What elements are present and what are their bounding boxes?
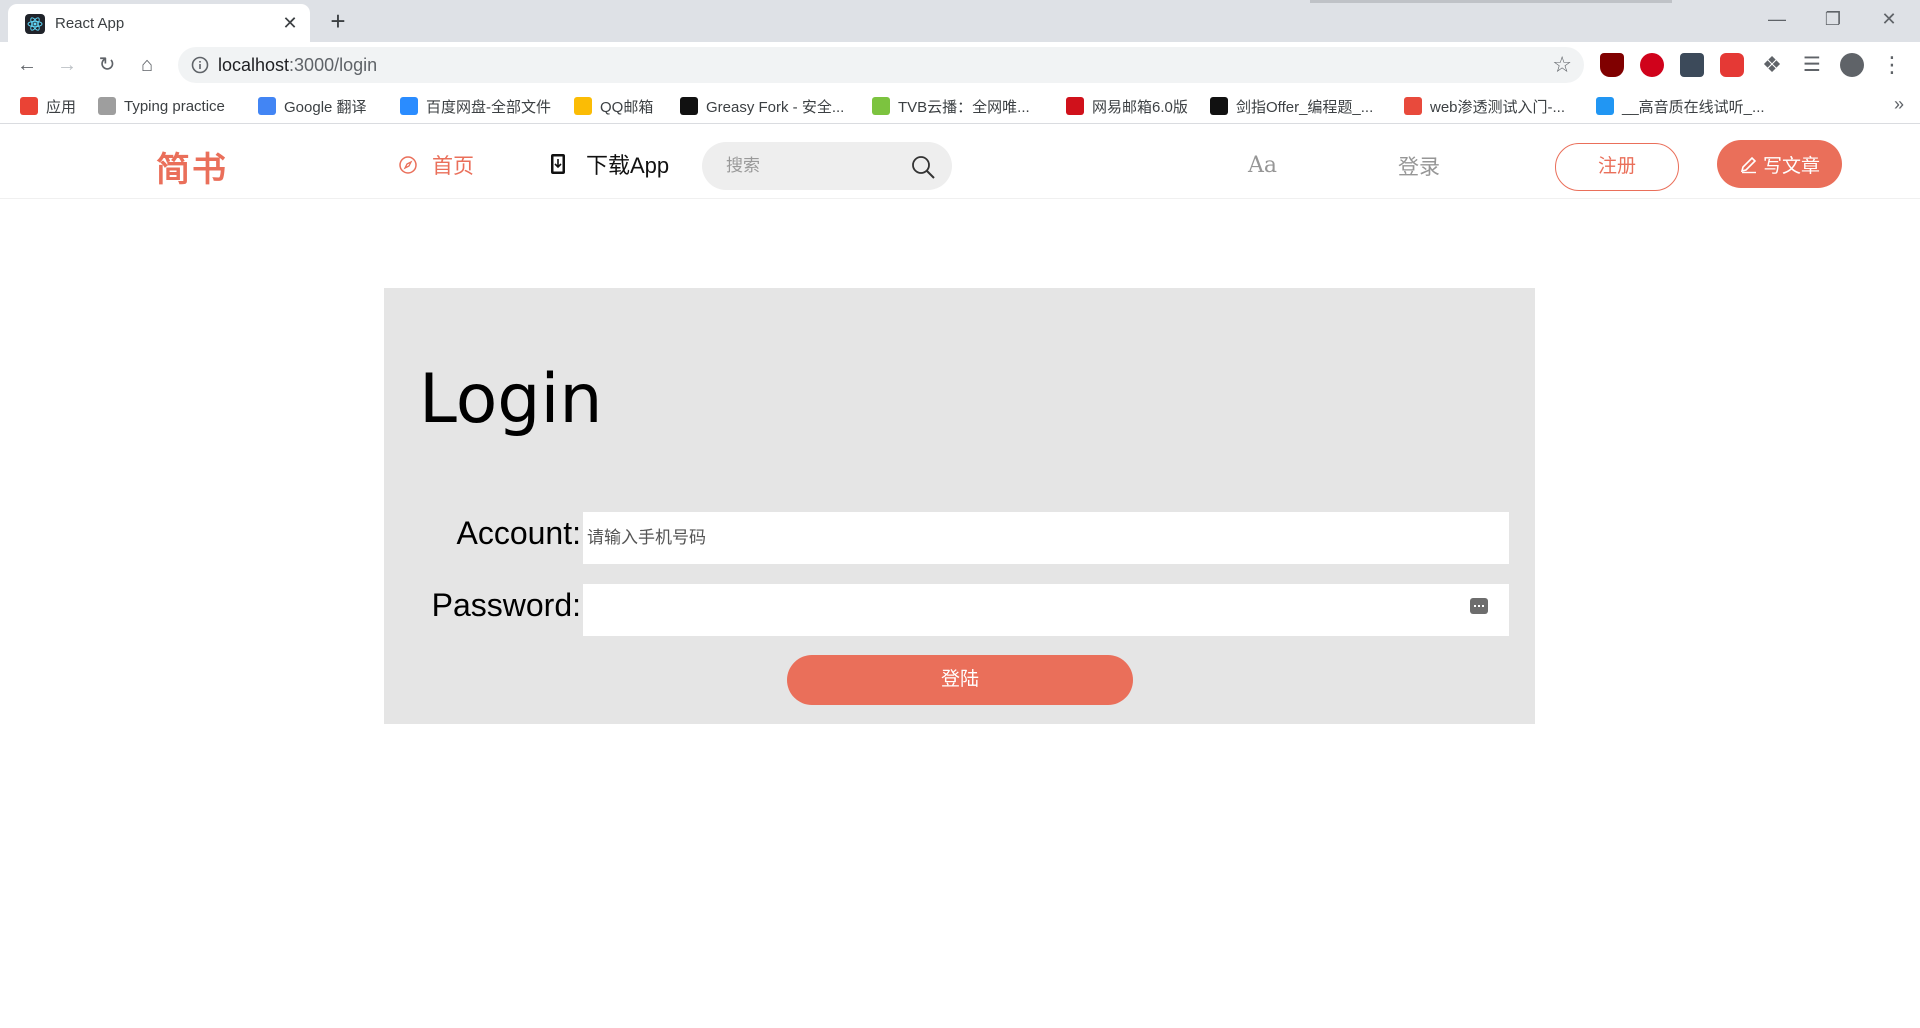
bookmark-star-icon[interactable]: ☆	[1552, 51, 1572, 79]
extensions-puzzle-icon[interactable]: ❖	[1760, 53, 1784, 77]
minimize-icon[interactable]: —	[1754, 4, 1800, 34]
google-translate-icon	[258, 97, 276, 115]
bookmark-item[interactable]: web渗透测试入门-...	[1404, 94, 1565, 118]
browser-tabstrip: React App ✕ + — ❐ ✕	[0, 0, 1920, 42]
apps-icon	[20, 97, 38, 115]
bookmarks-overflow-icon[interactable]: »	[1894, 94, 1904, 115]
bookmark-item[interactable]: Typing practice	[98, 94, 225, 118]
password-manager-icon[interactable]	[1470, 598, 1488, 614]
baidu-pan-icon	[400, 97, 418, 115]
login-panel: Login Account: Password: 登陆	[384, 288, 1535, 724]
forward-icon[interactable]: →	[52, 50, 82, 80]
restore-icon[interactable]: ❐	[1810, 4, 1856, 34]
password-extension-icon[interactable]	[1680, 53, 1704, 77]
register-button[interactable]: 注册	[1555, 143, 1679, 191]
login-link[interactable]: 登录	[1398, 151, 1440, 181]
compass-icon	[399, 156, 417, 174]
react-logo-icon	[25, 14, 45, 34]
ublock-extension-icon[interactable]	[1600, 53, 1624, 77]
password-label: Password:	[431, 587, 581, 623]
bookmark-item[interactable]: 网易邮箱6.0版	[1066, 94, 1188, 118]
greasy-fork-icon	[680, 97, 698, 115]
search-icon[interactable]	[910, 154, 936, 180]
account-input[interactable]	[583, 512, 1509, 564]
back-icon[interactable]: ←	[12, 50, 42, 80]
bookmark-item[interactable]: 应用	[20, 94, 76, 118]
font-size-toggle-icon[interactable]: Aa	[1248, 153, 1277, 178]
nowcoder-icon	[1210, 97, 1228, 115]
address-bar[interactable]: localhost:3000/login ☆	[178, 47, 1584, 83]
bookmark-label: TVB云播：全网唯...	[898, 98, 1030, 116]
login-submit-button[interactable]: 登陆	[787, 655, 1133, 705]
browser-menu-icon[interactable]: ⋮	[1880, 53, 1904, 77]
adblock-extension-icon[interactable]	[1640, 53, 1664, 77]
flame-icon	[1404, 97, 1422, 115]
kugou-icon	[1596, 97, 1614, 115]
bookmark-label: web渗透测试入门-...	[1430, 98, 1566, 116]
profile-avatar-icon[interactable]	[1840, 53, 1864, 77]
netease-mail-icon	[1066, 97, 1084, 115]
bookmark-label: 百度网盘-全部文件	[426, 98, 551, 116]
write-article-button[interactable]: 写文章	[1717, 140, 1842, 188]
search-box	[702, 142, 952, 190]
reload-icon[interactable]: ↻	[92, 50, 122, 80]
search-input[interactable]	[726, 154, 896, 178]
nav-download-link[interactable]: 下载App	[550, 148, 669, 180]
typing-icon	[98, 97, 116, 115]
bookmark-label: Typing practice	[124, 97, 225, 115]
write-article-label: 写文章	[1762, 155, 1820, 177]
login-title: Login	[419, 360, 603, 439]
new-tab-button[interactable]: +	[324, 7, 352, 35]
url-host: localhost	[218, 55, 290, 75]
bookmark-label: Greasy Fork - 安全...	[706, 98, 845, 116]
bookmark-item[interactable]: Greasy Fork - 安全...	[680, 94, 844, 118]
phone-download-icon	[551, 154, 565, 174]
password-input[interactable]	[583, 584, 1509, 636]
bookmark-item[interactable]: __高音质在线试听_...	[1596, 94, 1765, 118]
browser-toolbar: ← → ↻ ⌂ localhost:3000/login ☆ ❖ ☰ ⋮	[0, 42, 1920, 88]
red-extension-icon[interactable]	[1720, 53, 1744, 77]
site-logo[interactable]: 简书	[156, 142, 228, 191]
nav-download-label: 下载App	[586, 153, 670, 178]
bookmark-label: __高音质在线试听_...	[1622, 98, 1765, 116]
bookmark-label: 剑指Offer_编程题_...	[1236, 98, 1374, 116]
tvb-cloud-icon	[872, 97, 890, 115]
window-close-icon[interactable]: ✕	[1866, 4, 1912, 34]
bookmark-label: 应用	[46, 98, 77, 116]
site-info-icon[interactable]	[190, 55, 210, 75]
bookmark-item[interactable]: QQ邮箱	[574, 94, 653, 118]
media-queue-icon[interactable]: ☰	[1800, 53, 1824, 77]
tab-hover-indicator	[1310, 0, 1672, 3]
browser-tab[interactable]: React App ✕	[8, 4, 310, 42]
url-text: localhost:3000/login	[218, 55, 377, 76]
home-icon[interactable]: ⌂	[132, 50, 162, 80]
site-header: 简书 首页 下载App Aa 登录 注册 写文章	[0, 125, 1920, 199]
bookmark-item[interactable]: Google 翻译	[258, 94, 367, 118]
nav-home-label: 首页	[432, 155, 474, 178]
bookmark-label: QQ邮箱	[600, 98, 654, 116]
bookmark-item[interactable]: 百度网盘-全部文件	[400, 94, 551, 118]
bookmark-item[interactable]: 剑指Offer_编程题_...	[1210, 94, 1373, 118]
tab-title: React App	[55, 15, 125, 32]
pencil-icon	[1740, 156, 1757, 174]
bookmark-item[interactable]: TVB云播：全网唯...	[872, 94, 1030, 118]
bookmarks-bar: 应用 Typing practice Google 翻译 百度网盘-全部文件 Q…	[0, 88, 1920, 124]
tab-close-icon[interactable]: ✕	[280, 13, 300, 33]
bookmark-label: Google 翻译	[284, 98, 367, 116]
account-label: Account:	[456, 515, 581, 551]
url-path: :3000/login	[289, 55, 378, 75]
nav-home-link[interactable]: 首页	[398, 150, 474, 180]
qq-mail-icon	[574, 97, 592, 115]
bookmark-label: 网易邮箱6.0版	[1092, 98, 1188, 116]
